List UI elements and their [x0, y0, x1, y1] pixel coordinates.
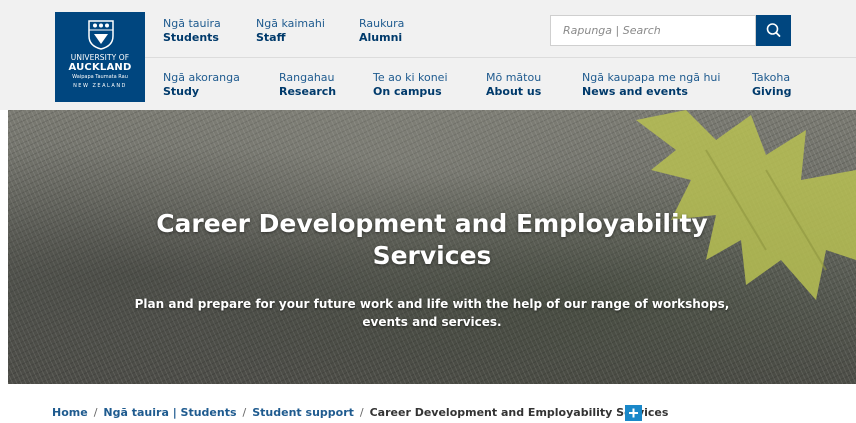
topnav-alumni[interactable]: Raukura Alumni	[359, 17, 404, 45]
hero-title: Career Development and Employability Ser…	[156, 209, 708, 270]
topnav-alumni-maori: Raukura	[359, 17, 405, 30]
breadcrumb: Home / Ngā tauira | Students / Student suppo…	[52, 406, 668, 420]
breadcrumb-students[interactable]: Ngā tauira | Students	[103, 406, 236, 419]
mainnav-news-events-maori: Ngā kaupapa me ngā hui	[582, 71, 721, 84]
logo-line-3: Waipapa Taumata Rau	[72, 74, 128, 80]
crest-icon	[88, 20, 114, 50]
topnav-staff[interactable]: Ngā kaimahi Staff	[256, 17, 325, 45]
search-input[interactable]	[550, 15, 756, 46]
topnav-staff-maori: Ngā kaimahi	[256, 17, 325, 30]
breadcrumb-separator: /	[359, 406, 364, 419]
mainnav-on-campus-label: On campus	[373, 85, 442, 98]
search-icon	[766, 23, 781, 37]
mainnav-about-us-label: About us	[486, 85, 542, 98]
breadcrumb-current: Career Development and Employability Ser…	[369, 406, 669, 419]
site-header: UNIVERSITY OF AUCKLAND Waipapa Taumata R…	[0, 0, 856, 110]
mainnav-about-us[interactable]: Mō mātou About us	[486, 71, 541, 99]
topnav-students-label: Students	[163, 31, 219, 44]
mainnav-news-events[interactable]: Ngā kaupapa me ngā hui News and events	[582, 71, 720, 99]
logo-line-4: NEW ZEALAND	[73, 83, 127, 89]
breadcrumb-student-support[interactable]: Student support	[252, 406, 354, 419]
breadcrumb-expand-button[interactable]	[625, 405, 642, 421]
mainnav-on-campus[interactable]: Te ao ki konei On campus	[373, 71, 448, 99]
plus-icon	[629, 408, 638, 418]
mainnav-giving[interactable]: Takoha Giving	[752, 71, 791, 99]
header-divider	[145, 57, 856, 58]
mainnav-study-label: Study	[163, 85, 200, 98]
breadcrumb-separator: /	[93, 406, 98, 419]
mainnav-research-label: Research	[279, 85, 337, 98]
topnav-alumni-label: Alumni	[359, 31, 403, 44]
hero-subtitle: Plan and prepare for your future work an…	[134, 297, 730, 329]
topnav-students[interactable]: Ngā tauira Students	[163, 17, 221, 45]
topnav-staff-label: Staff	[256, 31, 286, 44]
mainnav-about-us-maori: Mō mātou	[486, 71, 542, 84]
breadcrumb-home[interactable]: Home	[52, 406, 88, 419]
hero-banner: Career Development and Employability Ser…	[8, 110, 856, 384]
logo-line-1: UNIVERSITY OF	[70, 53, 130, 62]
university-logo[interactable]: UNIVERSITY OF AUCKLAND Waipapa Taumata R…	[55, 12, 145, 102]
mainnav-study[interactable]: Ngā akoranga Study	[163, 71, 240, 99]
mainnav-giving-maori: Takoha	[752, 71, 791, 84]
logo-line-2: AUCKLAND	[68, 62, 132, 73]
mainnav-giving-label: Giving	[752, 85, 792, 98]
topnav-students-maori: Ngā tauira	[163, 17, 221, 30]
search-button[interactable]	[756, 15, 791, 46]
mainnav-research-maori: Rangahau	[279, 71, 335, 84]
mainnav-news-events-label: News and events	[582, 85, 688, 98]
mainnav-study-maori: Ngā akoranga	[163, 71, 240, 84]
breadcrumb-separator: /	[242, 406, 247, 419]
mainnav-research[interactable]: Rangahau Research	[279, 71, 336, 99]
mainnav-on-campus-maori: Te ao ki konei	[373, 71, 448, 84]
